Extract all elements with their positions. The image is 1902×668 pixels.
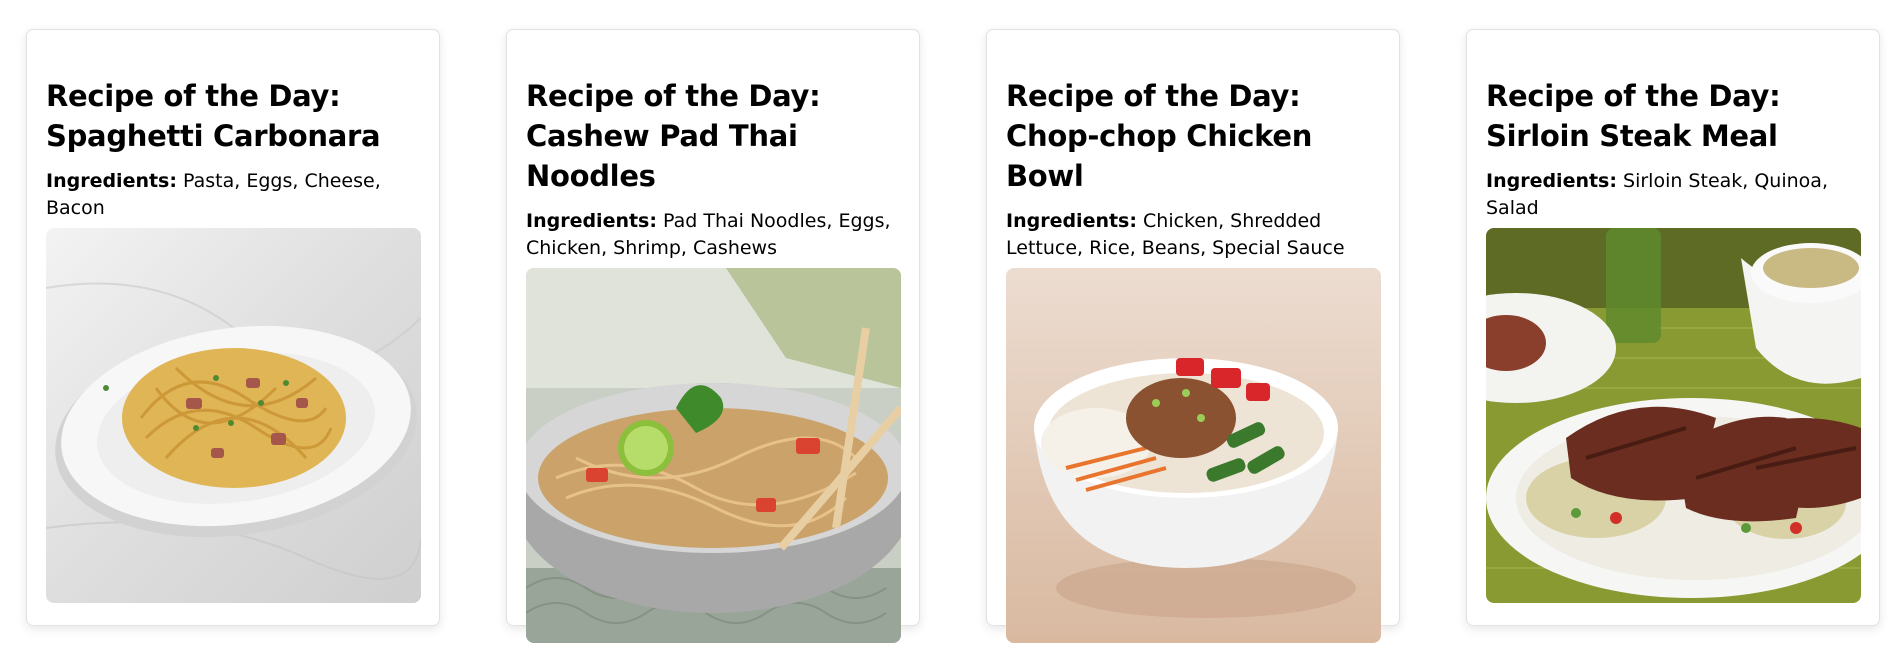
- recipe-ingredients: Ingredients: Chicken, Shredded Lettuce, …: [1006, 208, 1380, 262]
- ingredients-label: Ingredients:: [46, 170, 177, 192]
- recipe-card: Recipe of the Day: Sirloin Steak Meal In…: [1466, 29, 1880, 626]
- recipe-card: Recipe of the Day: Spaghetti Carbonara I…: [26, 29, 440, 626]
- recipe-title: Recipe of the Day: Sirloin Steak Meal: [1486, 79, 1781, 153]
- recipe-grid: Recipe of the Day: Spaghetti Carbonara I…: [0, 0, 1902, 668]
- ingredients-label: Ingredients:: [1486, 170, 1617, 192]
- recipe-ingredients: Ingredients: Pasta, Eggs, Cheese, Bacon: [46, 168, 420, 222]
- pad-thai-photo: [526, 268, 901, 643]
- recipe-ingredients: Ingredients: Sirloin Steak, Quinoa, Sala…: [1486, 168, 1860, 222]
- recipe-card: Recipe of the Day: Cashew Pad Thai Noodl…: [506, 29, 920, 643]
- ingredients-label: Ingredients:: [526, 210, 657, 232]
- recipe-card: Recipe of the Day: Chop-chop Chicken Bow…: [986, 29, 1400, 643]
- recipe-ingredients: Ingredients: Pad Thai Noodles, Eggs, Chi…: [526, 208, 900, 262]
- ingredients-label: Ingredients:: [1006, 210, 1137, 232]
- recipe-title: Recipe of the Day: Spaghetti Carbonara: [46, 79, 381, 153]
- sirloin-steak-photo: [1486, 228, 1861, 603]
- recipe-title: Recipe of the Day: Cashew Pad Thai Noodl…: [526, 79, 821, 193]
- chicken-bowl-photo: [1006, 268, 1381, 643]
- recipe-title: Recipe of the Day: Chop-chop Chicken Bow…: [1006, 79, 1313, 193]
- spaghetti-carbonara-photo: [46, 228, 421, 603]
